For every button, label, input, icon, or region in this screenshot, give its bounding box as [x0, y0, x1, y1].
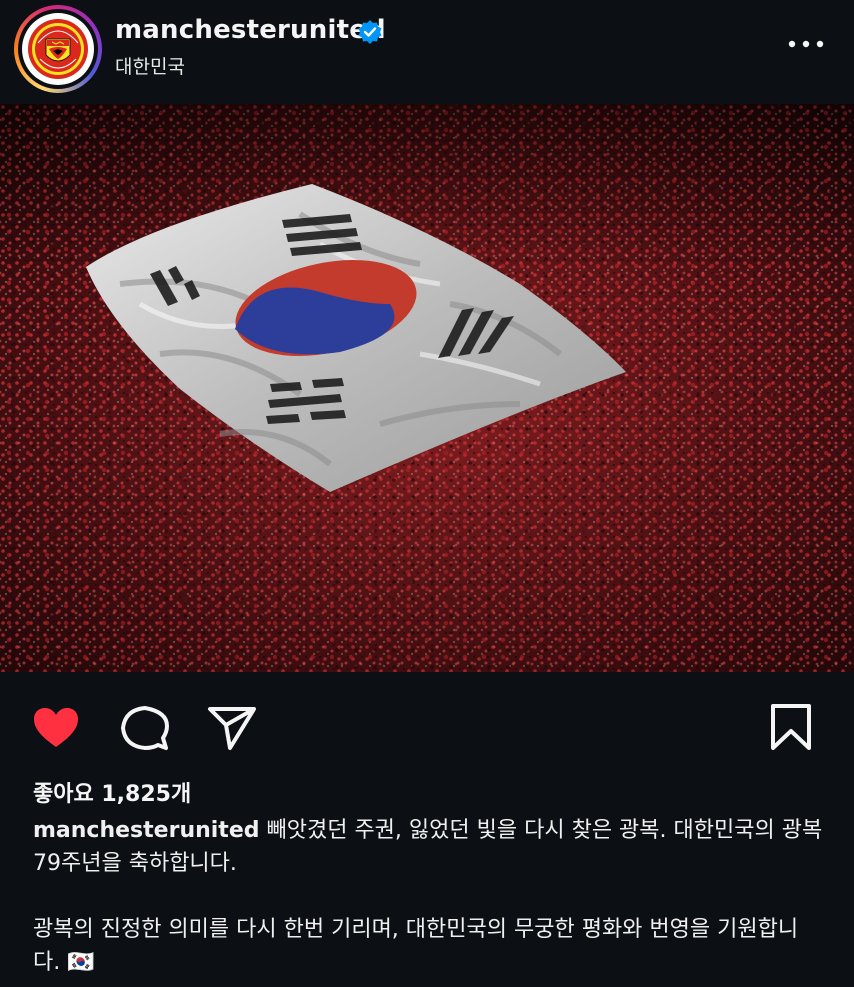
caption-username[interactable]: manchesterunited: [33, 818, 260, 843]
verified-badge-icon: [358, 20, 382, 44]
like-count[interactable]: 좋아요 1,825개: [33, 776, 191, 808]
heart-icon[interactable]: [30, 702, 82, 754]
post-image[interactable]: [0, 104, 854, 672]
send-icon[interactable]: [206, 702, 258, 754]
caption-text-2: 광복의 진정한 의미를 다시 한번 기리며, 대한민국의 무궁한 평화와 번영을…: [33, 917, 799, 975]
avatar[interactable]: [22, 13, 94, 85]
story-ring[interactable]: [14, 5, 102, 93]
username[interactable]: manchesterunited: [115, 15, 386, 45]
bookmark-icon[interactable]: [766, 702, 818, 754]
post-header: manchesterunited 대한민국: [0, 0, 854, 104]
crowd-flag-photo: [0, 104, 854, 672]
post-actions: [0, 672, 854, 772]
caption: manchesterunited 빼앗겼던 주권, 잃었던 빛을 다시 찾은 광…: [33, 814, 823, 880]
more-options-icon[interactable]: [786, 34, 826, 54]
comment-icon[interactable]: [119, 702, 171, 754]
location-label[interactable]: 대한민국: [115, 52, 185, 79]
club-crest-logo: [23, 14, 93, 84]
